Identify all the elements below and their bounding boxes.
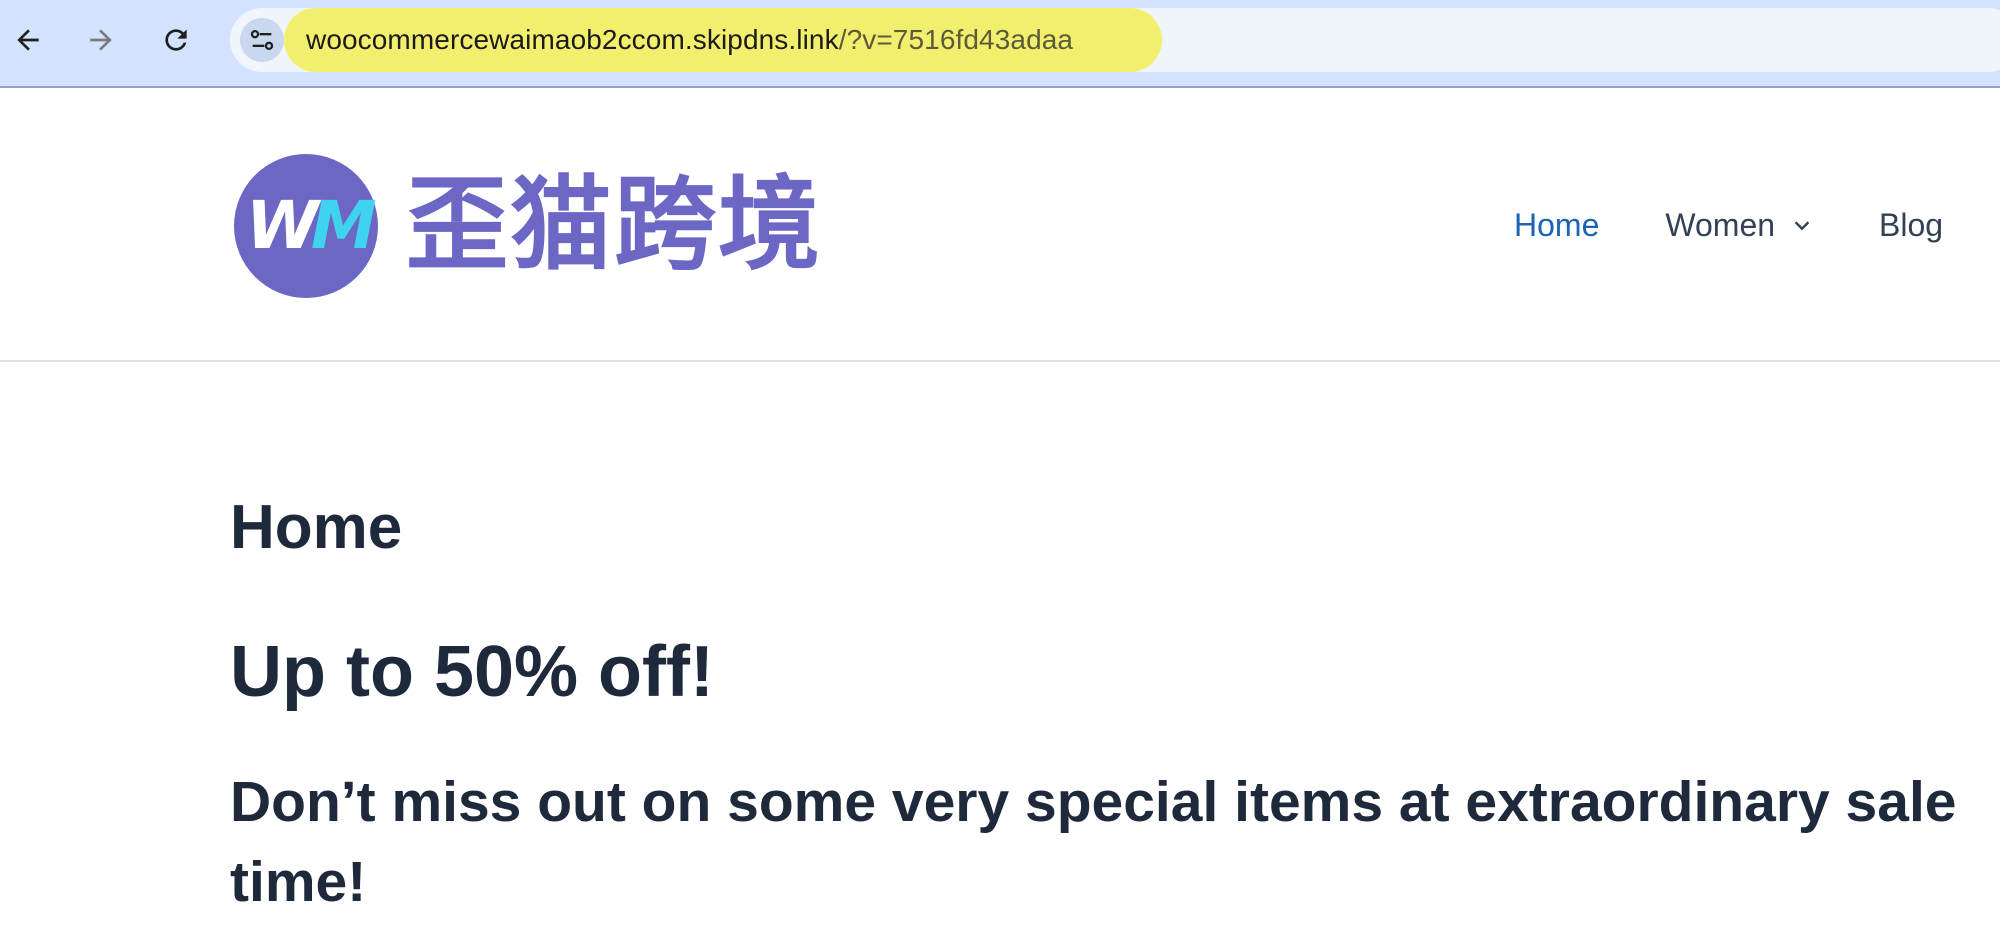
nav-item-women-label: Women bbox=[1665, 206, 1776, 243]
promo-subheading: Don’t miss out on some very special item… bbox=[230, 770, 1957, 914]
page-title: Home bbox=[230, 493, 403, 562]
browser-toolbar: woocommercewaimaob2ccom.skipdns.link/?v=… bbox=[0, 0, 2000, 88]
arrow-left-icon bbox=[17, 29, 39, 51]
tune-icon bbox=[250, 29, 274, 51]
chevron-down-icon bbox=[1794, 221, 1810, 231]
nav-item-blog[interactable]: Blog bbox=[1879, 207, 1943, 244]
logo-mark: WM bbox=[234, 154, 378, 298]
logo-mark-w: W bbox=[246, 187, 319, 264]
nav-item-home[interactable]: Home bbox=[1514, 207, 1599, 244]
logo-text: 歪猫跨境 bbox=[406, 166, 822, 285]
url-text[interactable]: woocommercewaimaob2ccom.skipdns.link/?v=… bbox=[306, 8, 1073, 72]
site-logo[interactable]: WM 歪猫跨境 bbox=[230, 152, 850, 302]
back-button[interactable] bbox=[2, 14, 54, 66]
site-info-button[interactable] bbox=[240, 18, 284, 62]
main-nav: Home Women Blog bbox=[1514, 88, 2000, 362]
url-path: /?v=7516fd43adaa bbox=[838, 24, 1074, 55]
url-host: woocommercewaimaob2ccom.skipdns.link bbox=[306, 24, 839, 55]
site-header: WM 歪猫跨境 Home Women Blog bbox=[0, 88, 2000, 362]
arrow-right-icon bbox=[90, 29, 112, 51]
address-bar[interactable]: woocommercewaimaob2ccom.skipdns.link/?v=… bbox=[230, 8, 2000, 72]
logo-mark-m: M bbox=[310, 187, 377, 264]
reload-button[interactable] bbox=[150, 14, 202, 66]
browser-viewport: woocommercewaimaob2ccom.skipdns.link/?v=… bbox=[0, 0, 2000, 940]
promo-heading: Up to 50% off! bbox=[230, 632, 714, 712]
forward-button[interactable] bbox=[75, 14, 127, 66]
reload-icon bbox=[165, 29, 187, 51]
nav-item-women[interactable]: Women bbox=[1665, 207, 1813, 244]
